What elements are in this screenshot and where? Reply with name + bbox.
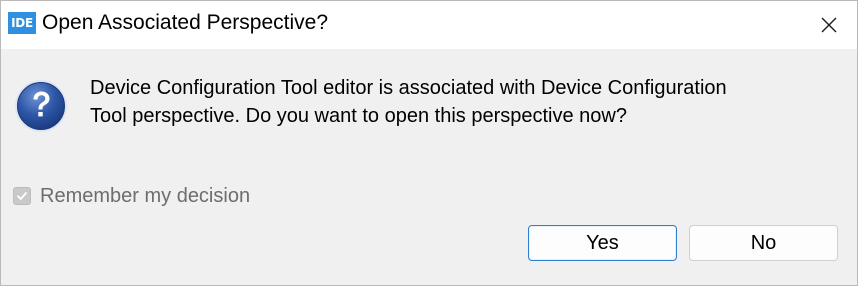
close-button[interactable] xyxy=(801,1,857,49)
checkmark-icon xyxy=(17,192,27,200)
remember-decision-checkbox[interactable]: Remember my decision xyxy=(13,183,250,209)
ide-logo-icon: IDE xyxy=(8,12,36,34)
message-line-2: Tool perspective. Do you want to open th… xyxy=(90,105,627,127)
remember-decision-label: Remember my decision xyxy=(40,184,251,207)
title-bar: IDE Open Associated Perspective? xyxy=(1,1,857,49)
message-text: Device Configuration Tool editor is asso… xyxy=(90,74,850,130)
question-icon xyxy=(15,80,67,132)
message-line-1: Device Configuration Tool editor is asso… xyxy=(90,77,727,99)
close-icon xyxy=(821,17,837,33)
checkbox-box[interactable] xyxy=(13,187,31,205)
yes-button[interactable]: Yes xyxy=(528,225,677,261)
dialog: IDE Open Associated Perspective? Device … xyxy=(0,0,858,286)
dialog-title: Open Associated Perspective? xyxy=(42,11,329,34)
no-button[interactable]: No xyxy=(689,225,838,261)
